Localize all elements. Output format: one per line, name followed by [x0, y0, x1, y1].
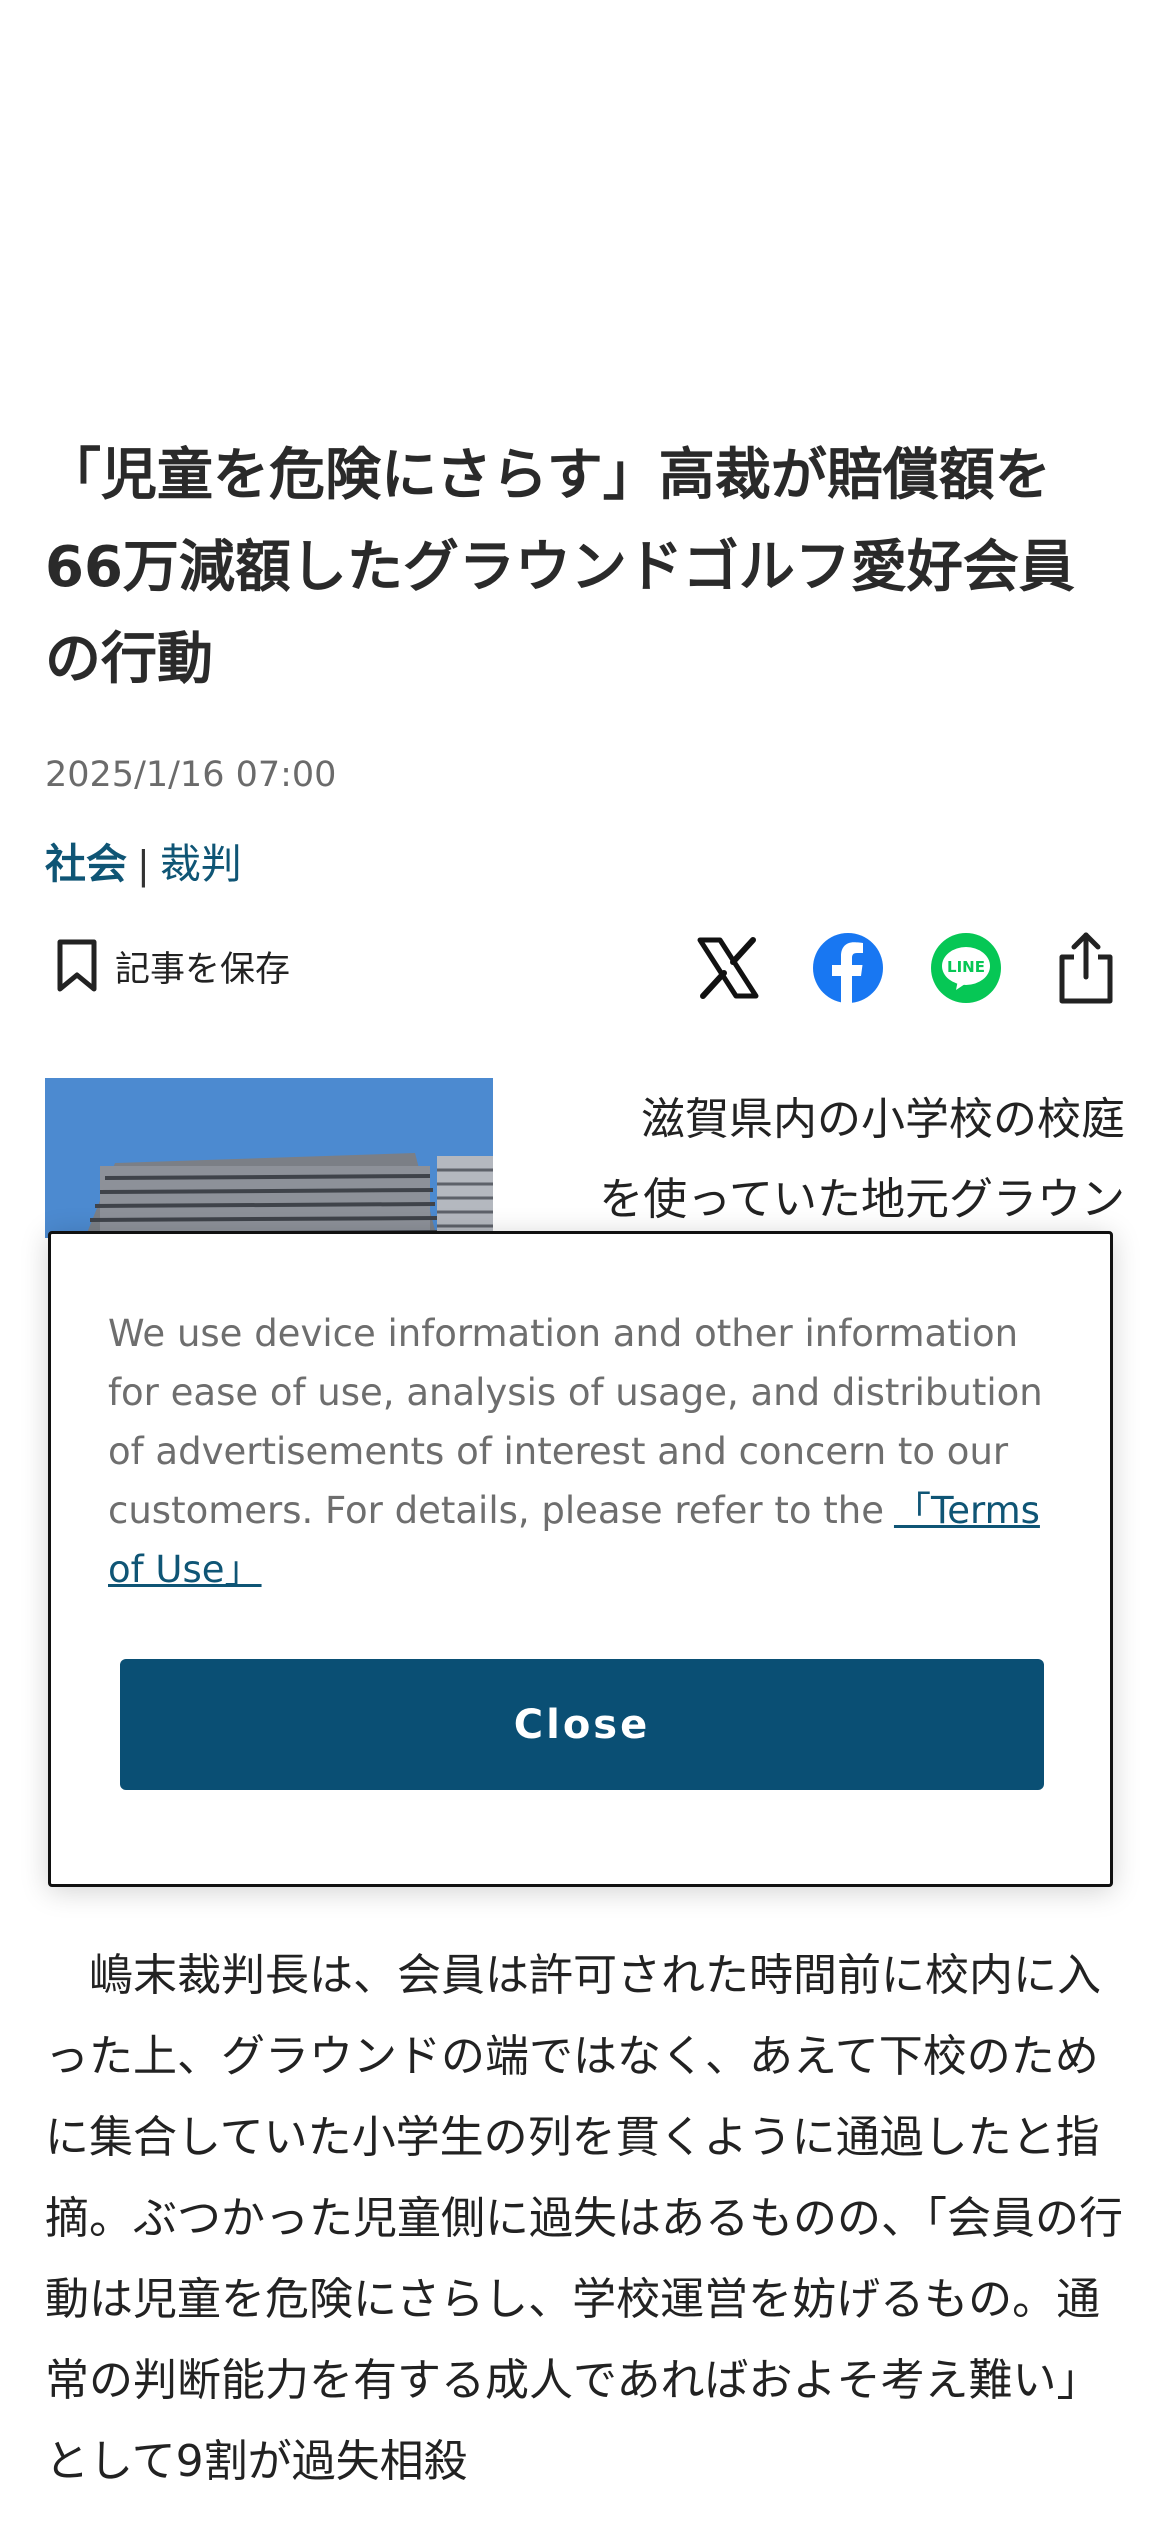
- save-article-label: 記事を保存: [115, 949, 291, 990]
- share-buttons: LINE: [690, 932, 1130, 1012]
- line-icon: LINE: [930, 932, 1002, 1008]
- intro-line: を使っていた地元グラウン: [599, 1174, 1125, 1225]
- category-link-court[interactable]: 裁判: [160, 840, 242, 888]
- article-date: 2025/1/16 07:00: [45, 755, 337, 795]
- category-links: 社会 | 裁判: [45, 830, 242, 890]
- article-photo: [45, 1078, 493, 1238]
- save-article-button[interactable]: 記事を保存: [55, 938, 290, 994]
- consent-dialog: We use device information and other info…: [48, 1231, 1113, 1887]
- intro-line: 滋賀県内の小学校の校庭: [641, 1094, 1125, 1145]
- article-intro: 滋賀県内の小学校の校庭 を使っていた地元グラウン: [530, 1080, 1125, 1240]
- x-logo-icon: [695, 935, 761, 1005]
- share-x-button[interactable]: [690, 932, 766, 1008]
- consent-message: We use device information and other info…: [108, 1304, 1068, 1599]
- facebook-icon: [812, 932, 884, 1008]
- category-separator: |: [137, 843, 150, 887]
- share-icon: [1056, 931, 1116, 1009]
- share-line-button[interactable]: LINE: [928, 932, 1004, 1008]
- article-headline: 「児童を危険にさらす」高裁が賠償額を66万減額したグラウンドゴルフ愛好会員の行動: [45, 443, 1075, 692]
- bookmark-icon: [55, 938, 99, 994]
- share-facebook-button[interactable]: [810, 932, 886, 1008]
- share-button[interactable]: [1048, 932, 1124, 1008]
- article-page: 「児童を危険にさらす」高裁が賠償額を66万減額したグラウンドゴルフ愛好会員の行動…: [0, 0, 1170, 2532]
- category-link-society[interactable]: 社会: [45, 840, 127, 888]
- close-button[interactable]: Close: [120, 1659, 1044, 1790]
- svg-text:LINE: LINE: [947, 958, 985, 976]
- article-body: 嶋末裁判長は、会員は許可された時間前に校内に入った上、グラウンドの端ではなく、あ…: [45, 1950, 1123, 2487]
